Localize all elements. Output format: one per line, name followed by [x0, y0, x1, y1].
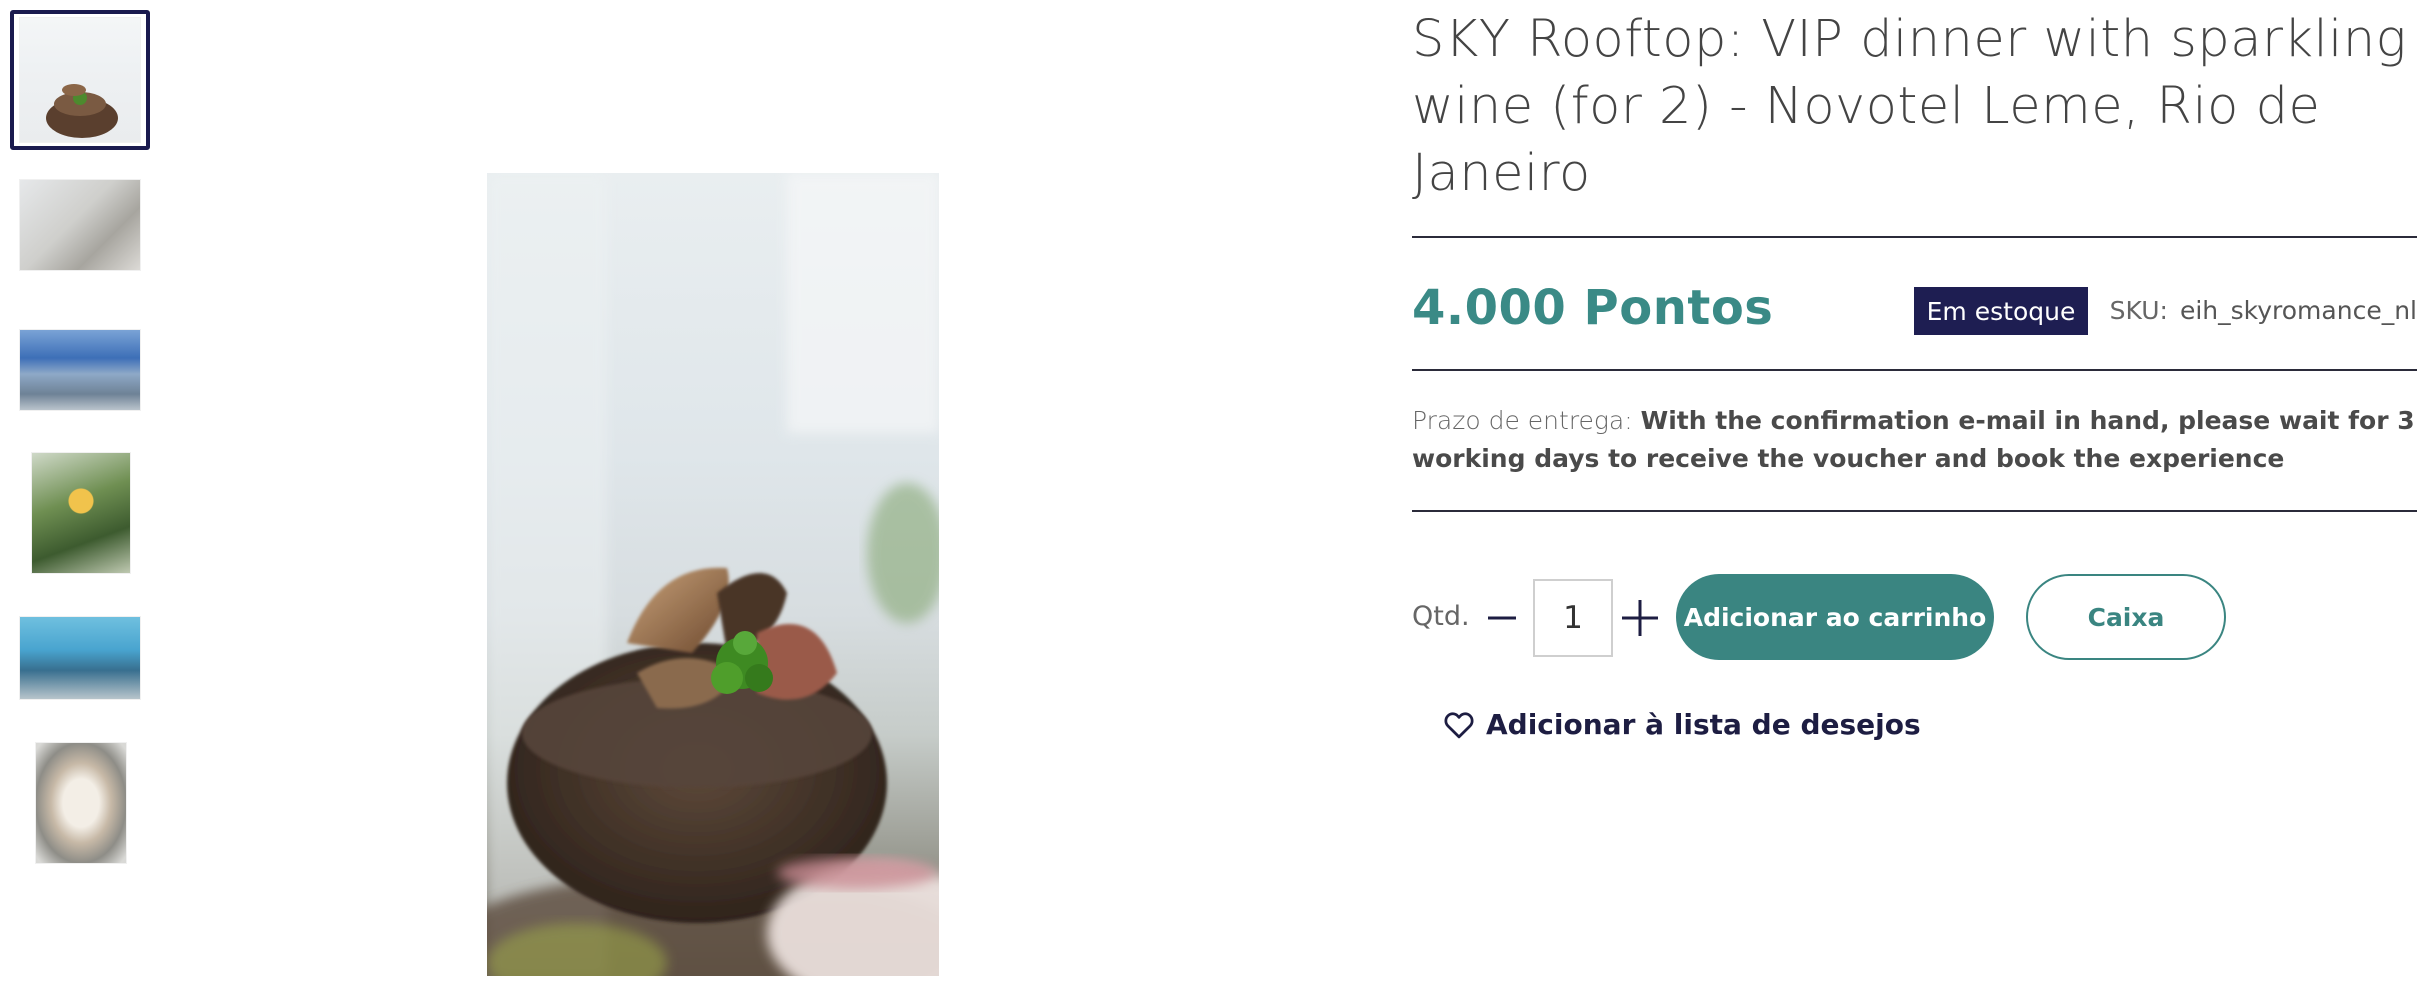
sku: SKU: eih_skyromance_nl — [2110, 296, 2417, 325]
quantity-decrease-button[interactable] — [1482, 598, 1522, 638]
add-to-cart-button[interactable]: Adicionar ao carrinho — [1676, 574, 1994, 660]
thumbnail-6[interactable] — [36, 743, 126, 863]
quantity-input[interactable] — [1533, 579, 1613, 657]
thumbnail-2[interactable] — [20, 180, 140, 270]
stock-badge: Em estoque — [1914, 287, 2088, 335]
delivery-info: Prazo de entrega: With the confirmation … — [1412, 402, 2417, 478]
thumbnail-4[interactable] — [32, 453, 130, 573]
thumbnail-gallery — [0, 0, 160, 990]
divider — [1412, 236, 2417, 238]
main-product-image — [487, 173, 939, 976]
plus-icon — [1622, 600, 1658, 636]
sku-value: eih_skyromance_nl — [2179, 296, 2417, 325]
product-price: 4.000 Pontos — [1412, 280, 1774, 336]
add-to-wishlist-link[interactable]: Adicionar à lista de desejos — [1444, 708, 1921, 741]
product-title: SKY Rooftop: VIP dinner with sparkling w… — [1412, 10, 2407, 203]
checkout-button[interactable]: Caixa — [2026, 574, 2226, 660]
divider — [1412, 369, 2417, 371]
minus-icon — [1488, 616, 1516, 620]
divider — [1412, 510, 2417, 512]
thumbnail-1[interactable] — [20, 18, 140, 142]
quantity-label: Qtd. — [1412, 601, 1470, 632]
quantity-increase-button[interactable] — [1620, 598, 1660, 638]
delivery-label: Prazo de entrega: — [1412, 406, 1633, 435]
wishlist-label: Adicionar à lista de desejos — [1486, 708, 1921, 741]
thumbnail-5[interactable] — [20, 617, 140, 699]
sku-label: SKU: — [2109, 296, 2168, 325]
thumbnail-3[interactable] — [20, 330, 140, 410]
heart-icon — [1444, 711, 1474, 738]
